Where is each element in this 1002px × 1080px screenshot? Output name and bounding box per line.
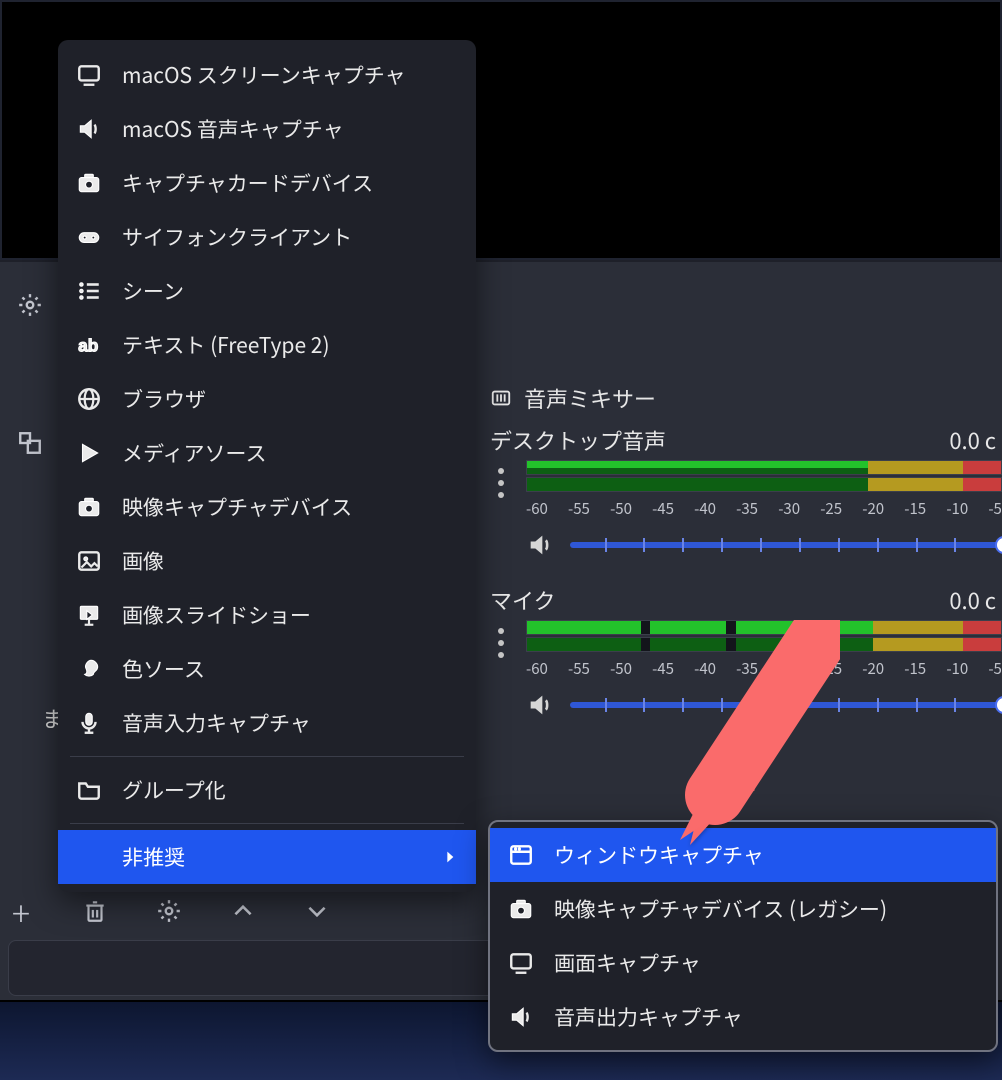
scenes-icon[interactable] <box>17 430 43 456</box>
submenu-item[interactable]: 音声出力キャプチャ <box>490 990 996 1044</box>
gear-icon[interactable] <box>156 898 182 924</box>
menu-item[interactable]: テキスト (FreeType 2) <box>58 318 476 372</box>
audio-meter <box>526 620 1002 635</box>
image-icon <box>76 548 102 574</box>
mixer-title: 音声ミキサー <box>524 382 656 414</box>
menu-item-label: キャプチャカードデバイス <box>122 168 373 198</box>
volume-slider[interactable] <box>570 542 1002 548</box>
monitor-icon <box>508 950 534 976</box>
mixer-header: 音声ミキサー <box>490 376 656 420</box>
audio-meter <box>526 460 1002 475</box>
slideshow-icon <box>76 602 102 628</box>
menu-item-label: 音声入力キャプチャ <box>122 708 311 738</box>
menu-item-deprecated[interactable]: 非推奨 <box>58 830 476 884</box>
channel-options[interactable] <box>490 620 512 666</box>
folder-icon <box>76 777 102 803</box>
deprecated-submenu[interactable]: ウィンドウキャプチャ映像キャプチャデバイス (レガシー) 画面キャプチャ音声出力キ… <box>488 820 998 1052</box>
menu-item[interactable]: シーン <box>58 264 476 318</box>
chevron-up-icon[interactable] <box>230 898 256 924</box>
speaker-icon <box>76 116 102 142</box>
menu-item-label: グループ化 <box>122 775 226 805</box>
speaker-icon[interactable] <box>526 531 554 559</box>
menu-item[interactable]: macOS スクリーンキャプチャ <box>58 48 476 102</box>
submenu-item[interactable]: 映像キャプチャデバイス (レガシー) <box>490 882 996 936</box>
menu-item-label: macOS 音声キャプチャ <box>122 114 344 144</box>
globe-icon <box>76 386 102 412</box>
audio-meter <box>526 477 1002 492</box>
mixer-channel-desktop: デスクトップ音声 0.0 c -60-55-50-45-40-35-30-25-… <box>490 424 1002 559</box>
channel-name: デスクトップ音声 <box>490 424 666 456</box>
volume-slider[interactable] <box>570 702 1002 708</box>
menu-item-label: macOS スクリーンキャプチャ <box>122 60 406 90</box>
mixer-channel-mic: マイク 0.0 c -60-55-50-45-40-35-30-25-20-15… <box>490 584 1002 719</box>
trash-icon[interactable] <box>82 898 108 924</box>
menu-separator <box>70 823 464 824</box>
speaker-icon[interactable] <box>526 691 554 719</box>
menu-item-label: 画像 <box>122 546 164 576</box>
menu-item-label: メディアソース <box>122 438 266 468</box>
mixer-icon <box>490 387 512 409</box>
camera-icon <box>508 896 534 922</box>
menu-item[interactable]: キャプチャカードデバイス <box>58 156 476 210</box>
menu-item-label: 非推奨 <box>122 842 185 872</box>
menu-item[interactable]: 映像キャプチャデバイス <box>58 480 476 534</box>
play-icon <box>76 440 102 466</box>
menu-item-label: 音声出力キャプチャ <box>554 1002 743 1032</box>
menu-item[interactable]: 画像スライドショー <box>58 588 476 642</box>
menu-item-label: ブラウザ <box>122 384 206 414</box>
ab-icon <box>76 332 102 358</box>
gear-icon[interactable] <box>17 292 43 318</box>
menu-item-label: テキスト (FreeType 2) <box>122 330 330 360</box>
menu-item-label: 色ソース <box>122 654 205 684</box>
menu-item-label: シーン <box>122 276 184 306</box>
menu-item-label: サイフォンクライアント <box>122 222 352 252</box>
menu-item[interactable]: ブラウザ <box>58 372 476 426</box>
chevron-right-icon <box>442 842 458 872</box>
camera-icon <box>76 494 102 520</box>
camera-icon <box>76 170 102 196</box>
menu-item[interactable]: 色ソース <box>58 642 476 696</box>
menu-item[interactable]: メディアソース <box>58 426 476 480</box>
audio-meter <box>526 637 1002 652</box>
chevron-down-icon[interactable] <box>304 898 330 924</box>
window-icon <box>508 842 534 868</box>
left-rail <box>0 280 60 456</box>
channel-level: 0.0 c <box>949 584 996 616</box>
menu-item[interactable]: サイフォンクライアント <box>58 210 476 264</box>
add-source-menu[interactable]: macOS スクリーンキャプチャ macOS 音声キャプチャキャプチャカードデバイ… <box>58 40 476 892</box>
monitor-icon <box>76 62 102 88</box>
menu-item-label: 映像キャプチャデバイス (レガシー) <box>554 894 887 924</box>
add-button[interactable]: + <box>8 898 34 924</box>
menu-item-label: 映像キャプチャデバイス <box>122 492 352 522</box>
channel-name: マイク <box>490 584 556 616</box>
channel-options[interactable] <box>490 460 512 506</box>
db-scale: -60-55-50-45-40-35-30-25-20-15-10-5 <box>526 494 1002 519</box>
menu-item[interactable]: 音声入力キャプチャ <box>58 696 476 750</box>
menu-separator <box>70 756 464 757</box>
gamepad-icon <box>76 224 102 250</box>
menu-item-group[interactable]: グループ化 <box>58 763 476 817</box>
submenu-item[interactable]: ウィンドウキャプチャ <box>490 828 996 882</box>
speaker-icon <box>508 1004 534 1030</box>
sources-toolbar: + <box>8 898 330 924</box>
menu-item-label: 画像スライドショー <box>122 600 311 630</box>
db-scale: -60-55-50-45-40-35-30-25-20-15-10-5 <box>526 654 1002 679</box>
menu-item-label: 画面キャプチャ <box>554 948 701 978</box>
microphone-icon <box>76 710 102 736</box>
menu-item-label: ウィンドウキャプチャ <box>554 840 764 870</box>
list-icon <box>76 278 102 304</box>
channel-level: 0.0 c <box>949 424 996 456</box>
menu-item[interactable]: 画像 <box>58 534 476 588</box>
menu-item[interactable]: macOS 音声キャプチャ <box>58 102 476 156</box>
brush-icon <box>76 656 102 682</box>
submenu-item[interactable]: 画面キャプチャ <box>490 936 996 990</box>
